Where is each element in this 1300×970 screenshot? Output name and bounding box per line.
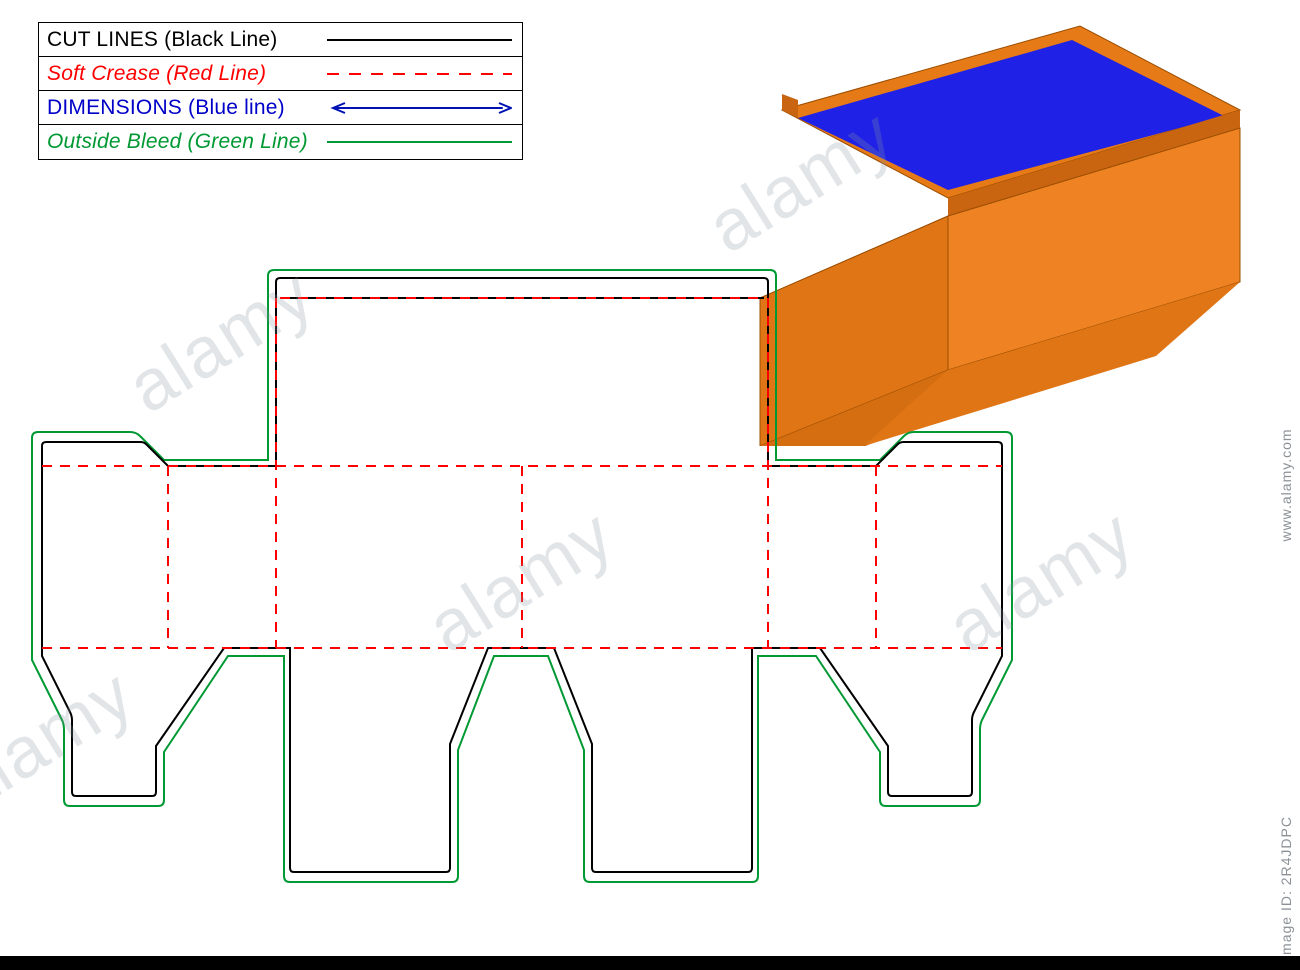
dieline-flat [28, 260, 1038, 900]
legend-label-crease: Soft Crease (Red Line) [47, 62, 327, 86]
legend-box: CUT LINES (Black Line) Soft Crease (Red … [38, 22, 523, 160]
legend-sample-bleed [327, 125, 512, 159]
watermark-image-id: Image ID: 2R4JDPC [1278, 816, 1294, 960]
legend-label-bleed: Outside Bleed (Green Line) [47, 130, 327, 154]
legend-label-cut: CUT LINES (Black Line) [47, 28, 327, 52]
legend-row-bleed: Outside Bleed (Green Line) [39, 125, 522, 159]
diagram-canvas: CUT LINES (Black Line) Soft Crease (Red … [0, 0, 1300, 970]
legend-sample-crease [327, 57, 512, 90]
crease-lines [42, 298, 1002, 648]
watermark-url: www.alamy.com [1278, 428, 1294, 541]
legend-row-cut: CUT LINES (Black Line) [39, 23, 522, 57]
bottom-bar [0, 956, 1300, 970]
legend-sample-dims [327, 91, 512, 124]
legend-row-crease: Soft Crease (Red Line) [39, 57, 522, 91]
legend-row-dims: DIMENSIONS (Blue line) [39, 91, 522, 125]
legend-sample-cut [327, 23, 512, 56]
legend-label-dims: DIMENSIONS (Blue line) [47, 96, 327, 120]
